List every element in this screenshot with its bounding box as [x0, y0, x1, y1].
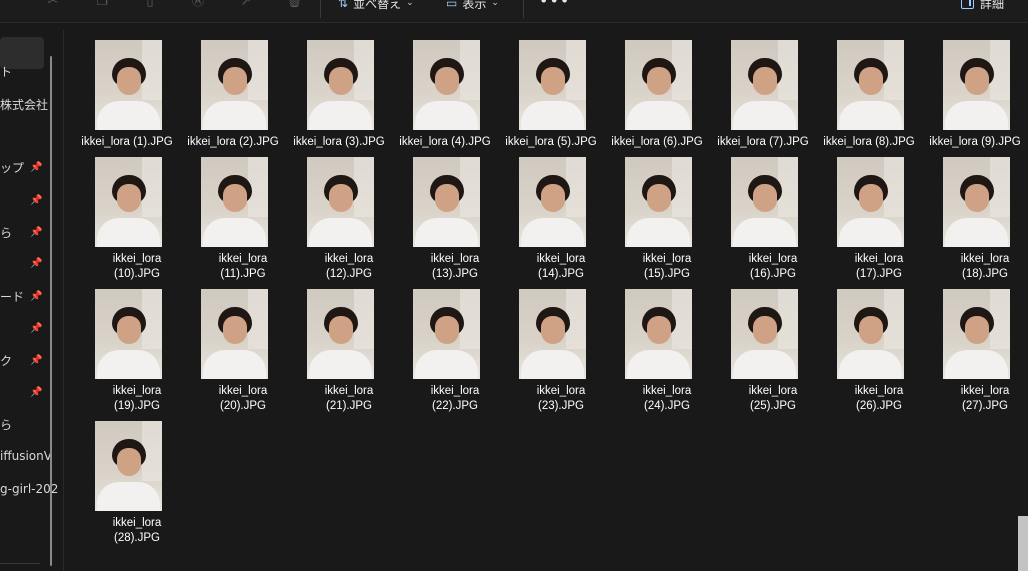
image-thumbnail	[837, 289, 904, 379]
image-thumbnail	[731, 289, 798, 379]
image-thumbnail	[943, 157, 1010, 247]
image-thumbnail	[519, 157, 586, 247]
image-thumbnail	[95, 157, 162, 247]
image-thumbnail	[731, 157, 798, 247]
sidebar-item[interactable]: ら	[0, 415, 12, 435]
image-thumbnail	[413, 289, 480, 379]
image-thumbnail	[519, 40, 586, 130]
view-button[interactable]: ▭ 表示 ⌄	[446, 0, 499, 11]
toolbar-separator	[523, 0, 524, 18]
image-thumbnail	[95, 421, 162, 511]
image-thumbnail	[943, 289, 1010, 379]
sidebar-item[interactable]: ト	[0, 62, 12, 82]
image-thumbnail	[519, 289, 586, 379]
image-thumbnail	[413, 40, 480, 130]
image-thumbnail	[307, 157, 374, 247]
image-thumbnail	[307, 40, 374, 130]
file-name: ikkei_lora (18).JPG	[960, 253, 1010, 280]
details-pane-icon	[961, 0, 974, 9]
sort-label: 並べ替え	[353, 0, 402, 11]
image-thumbnail	[201, 157, 268, 247]
image-thumbnail	[625, 40, 692, 130]
sidebar-item[interactable]: ら	[0, 223, 12, 243]
image-thumbnail	[95, 40, 162, 130]
pin-icon: 📌	[30, 195, 43, 206]
details-pane-button[interactable]: 詳細	[961, 0, 1004, 12]
cut-icon[interactable]: ✂	[45, 0, 61, 10]
image-thumbnail	[413, 157, 480, 247]
toolbar-separator	[320, 0, 321, 18]
navigation-pane: ト株式会社 ップ 📌 📌 ら 📌 📌 ード 📌 📌 ク 📌 📌 ら iffusionV g-girl-202	[0, 23, 58, 571]
details-label: 詳細	[980, 0, 1005, 11]
image-thumbnail	[307, 289, 374, 379]
image-thumbnail	[201, 40, 268, 130]
pin-icon: 📌	[30, 355, 43, 366]
image-thumbnail	[625, 289, 692, 379]
sidebar-scrollbar[interactable]	[50, 56, 52, 566]
sidebar-item[interactable]: iffusionV	[0, 446, 52, 466]
rename-icon[interactable]: Ⓐ	[190, 0, 206, 10]
more-options-button[interactable]: •••	[539, 0, 570, 10]
image-thumbnail	[837, 40, 904, 130]
view-icon: ▭	[446, 0, 458, 10]
delete-icon[interactable]: 🗑	[286, 0, 303, 10]
sort-icon: ⇅	[338, 0, 349, 10]
sidebar-item[interactable]: ク	[0, 351, 12, 371]
sidebar-item[interactable]: ード	[0, 287, 24, 307]
command-bar: ✂ ❐ ▯ Ⓐ ↗ 🗑 ⇅ 並べ替え ⌄ ▭ 表示 ⌄ ••• 詳細	[0, 0, 1028, 23]
pin-icon: 📌	[30, 387, 43, 398]
sidebar-item[interactable]: ップ	[0, 158, 24, 178]
image-thumbnail	[837, 157, 904, 247]
paste-icon[interactable]: ▯	[142, 0, 158, 10]
share-icon[interactable]: ↗	[238, 0, 254, 10]
file-grid: ikkei_lora (1).JPG ikkei_lora (2).JPG ikke…	[64, 23, 1028, 571]
image-thumbnail	[943, 40, 1010, 130]
file-name: ikkei_lora (9).JPG	[929, 136, 1021, 148]
pin-icon: 📌	[30, 162, 43, 173]
file-name: ikkei_lora (28).JPG	[112, 517, 162, 544]
chevron-down-icon: ⌄	[406, 0, 414, 8]
chevron-down-icon: ⌄	[491, 0, 499, 8]
pin-icon: 📌	[30, 323, 43, 334]
image-thumbnail	[95, 289, 162, 379]
pin-icon: 📌	[30, 258, 43, 269]
sidebar-bottom-divider	[0, 563, 40, 564]
file-name: ikkei_lora (27).JPG	[960, 385, 1010, 412]
sidebar-item[interactable]: 株式会社	[0, 95, 48, 115]
pin-icon: 📌	[30, 227, 43, 238]
pin-icon: 📌	[30, 291, 43, 302]
image-thumbnail	[201, 289, 268, 379]
sort-button[interactable]: ⇅ 並べ替え ⌄	[338, 0, 414, 11]
view-label: 表示	[462, 0, 487, 11]
image-thumbnail	[731, 40, 798, 130]
image-thumbnail	[625, 157, 692, 247]
copy-icon[interactable]: ❐	[94, 0, 110, 10]
content-scrollbar-corner[interactable]	[1018, 516, 1028, 571]
